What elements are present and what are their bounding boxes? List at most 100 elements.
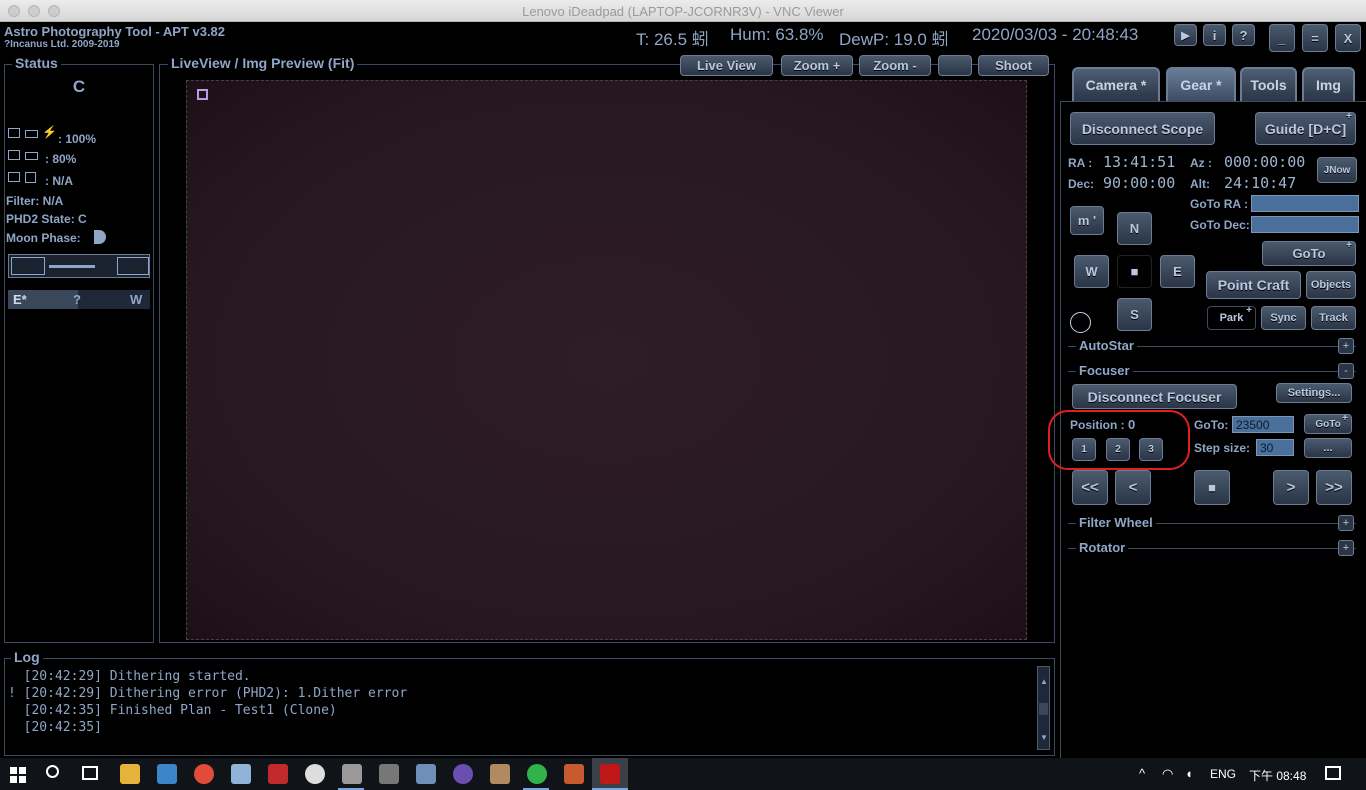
focuser-collapse-button[interactable]: - <box>1338 363 1354 379</box>
alt-label: Alt: <box>1190 177 1210 191</box>
log-scrollbar[interactable]: ▲ ▼ <box>1037 666 1050 750</box>
goto-dec-label: GoTo Dec: <box>1190 218 1250 232</box>
live-view-button[interactable]: Live View <box>680 55 773 76</box>
notification-icon[interactable] <box>1325 766 1341 780</box>
windows-taskbar: ^ ◠ ◖ ENG 下午 08:48 <box>0 758 1366 790</box>
goto-ra-label: GoTo RA : <box>1190 197 1248 211</box>
scroll-up-icon[interactable]: ▲ <box>1040 677 1048 686</box>
goto-ra-input[interactable] <box>1251 195 1359 212</box>
shoot-button[interactable]: Shoot <box>978 55 1049 76</box>
liveview-title: LiveView / Img Preview (Fit) <box>168 55 358 71</box>
taskbar-clock[interactable]: 下午 08:48 <box>1249 767 1306 784</box>
app-icon-6[interactable] <box>305 764 325 784</box>
autostar-expand-button[interactable]: + <box>1338 338 1354 354</box>
datetime-readout: 2020/03/03 - 20:48:43 <box>972 25 1139 44</box>
focus-in-button[interactable]: < <box>1115 470 1151 505</box>
wifi-icon[interactable]: ◠ <box>1162 766 1173 782</box>
m-button[interactable]: m ' <box>1070 206 1104 235</box>
stop-mount-button[interactable]: ■ <box>1117 255 1152 288</box>
disk-icon <box>25 172 36 183</box>
app-icon-9[interactable] <box>416 764 436 784</box>
scroll-thumb[interactable] <box>1039 703 1048 715</box>
step-size-input[interactable]: 30 <box>1256 439 1294 456</box>
chrome-icon[interactable] <box>194 764 214 784</box>
track-button[interactable]: Track <box>1311 306 1356 330</box>
windows-start-icon[interactable] <box>10 767 26 783</box>
language-indicator[interactable]: ENG <box>1210 767 1236 781</box>
east-button[interactable]: E <box>1160 255 1195 288</box>
focus-out-fast-button[interactable]: >> <box>1316 470 1352 505</box>
az-label: Az : <box>1190 156 1212 170</box>
close-button[interactable]: X <box>1335 24 1361 52</box>
autostar-section: AutoStar + <box>1068 338 1356 354</box>
focus-stop-button[interactable]: ■ <box>1194 470 1230 505</box>
status-title: Status <box>12 55 61 71</box>
focuser-settings-button[interactable]: Settings... <box>1276 383 1352 403</box>
power-value: : 100% <box>58 132 97 146</box>
task-view-icon[interactable] <box>82 766 98 780</box>
app-icon-13[interactable] <box>564 764 584 784</box>
goto-button[interactable]: GoTo + <box>1262 240 1356 266</box>
north-button[interactable]: N <box>1117 212 1152 245</box>
apt-icon[interactable] <box>600 764 620 784</box>
pier-e-label: E* <box>13 292 27 307</box>
focuser-goto-input[interactable]: 23500 <box>1232 416 1294 433</box>
disconnect-scope-button[interactable]: Disconnect Scope <box>1070 112 1215 145</box>
mount-left-icon <box>11 257 45 275</box>
dewpoint-readout: DewP: 19.0 蚓 <box>839 30 949 49</box>
app-icon-11[interactable] <box>490 764 510 784</box>
zoom-in-button[interactable]: Zoom + <box>781 55 853 76</box>
app-icon-10[interactable] <box>453 764 473 784</box>
volume-icon[interactable]: ◖ <box>1185 766 1193 781</box>
park-button[interactable]: Park + <box>1207 305 1256 330</box>
pier-unknown-label: ? <box>73 292 81 307</box>
focus-out-button[interactable]: > <box>1273 470 1309 505</box>
app-copyright: ?Incanus Ltd. 2009-2019 <box>4 39 120 50</box>
scroll-down-icon[interactable]: ▼ <box>1040 733 1048 742</box>
highlight-annotation <box>1048 410 1190 470</box>
image-preview[interactable] <box>186 80 1027 640</box>
objects-button[interactable]: Objects <box>1306 271 1356 299</box>
log-list: [20:42:29] Dithering started. ! [20:42:2… <box>8 669 1033 737</box>
notepad-icon[interactable] <box>231 764 251 784</box>
tab-gear[interactable]: Gear * <box>1166 67 1236 101</box>
west-button[interactable]: W <box>1074 255 1109 288</box>
speed-dial-icon[interactable] <box>1070 312 1091 333</box>
app-icon-8[interactable] <box>379 764 399 784</box>
play-button[interactable]: ▶ <box>1174 24 1197 46</box>
ra-value: 13:41:51 <box>1103 153 1176 171</box>
app-icon-12[interactable] <box>527 764 547 784</box>
tab-tools[interactable]: Tools <box>1240 67 1297 101</box>
app-icon-2[interactable] <box>157 764 177 784</box>
focus-in-fast-button[interactable]: << <box>1072 470 1108 505</box>
search-icon[interactable] <box>46 765 59 778</box>
zoom-out-button[interactable]: Zoom - <box>859 55 931 76</box>
minimize-button[interactable]: _ <box>1269 24 1295 52</box>
maximize-button[interactable]: = <box>1302 24 1328 52</box>
point-craft-button[interactable]: Point Craft <box>1206 271 1301 299</box>
blank-button[interactable] <box>938 55 972 76</box>
mount-bar <box>49 265 95 268</box>
rotator-expand-button[interactable]: + <box>1338 540 1354 556</box>
filter-wheel-expand-button[interactable]: + <box>1338 515 1354 531</box>
goto-dec-input[interactable] <box>1251 216 1359 233</box>
file-explorer-icon[interactable] <box>120 764 140 784</box>
focuser-goto-button[interactable]: GoTo + <box>1304 413 1352 434</box>
help-button[interactable]: ? <box>1232 24 1255 46</box>
asi-icon[interactable] <box>268 764 288 784</box>
telescope-icon[interactable] <box>342 764 362 784</box>
tab-camera[interactable]: Camera * <box>1072 67 1160 101</box>
south-button[interactable]: S <box>1117 298 1152 331</box>
log-title: Log <box>11 649 43 665</box>
chevron-up-icon[interactable]: ^ <box>1139 766 1145 781</box>
tab-img[interactable]: Img <box>1302 67 1355 101</box>
info-button[interactable]: i <box>1203 24 1226 46</box>
disconnect-focuser-button[interactable]: Disconnect Focuser <box>1072 384 1237 409</box>
jnow-button[interactable]: JNow <box>1317 157 1357 183</box>
goto-plus: + <box>1346 240 1352 251</box>
step-more-button[interactable]: ... <box>1304 438 1352 458</box>
guide-button[interactable]: Guide [D+C] + <box>1255 111 1356 145</box>
focus-box-marker[interactable] <box>197 89 208 100</box>
moon-phase-label: Moon Phase: <box>6 231 81 245</box>
sync-button[interactable]: Sync <box>1261 306 1306 330</box>
